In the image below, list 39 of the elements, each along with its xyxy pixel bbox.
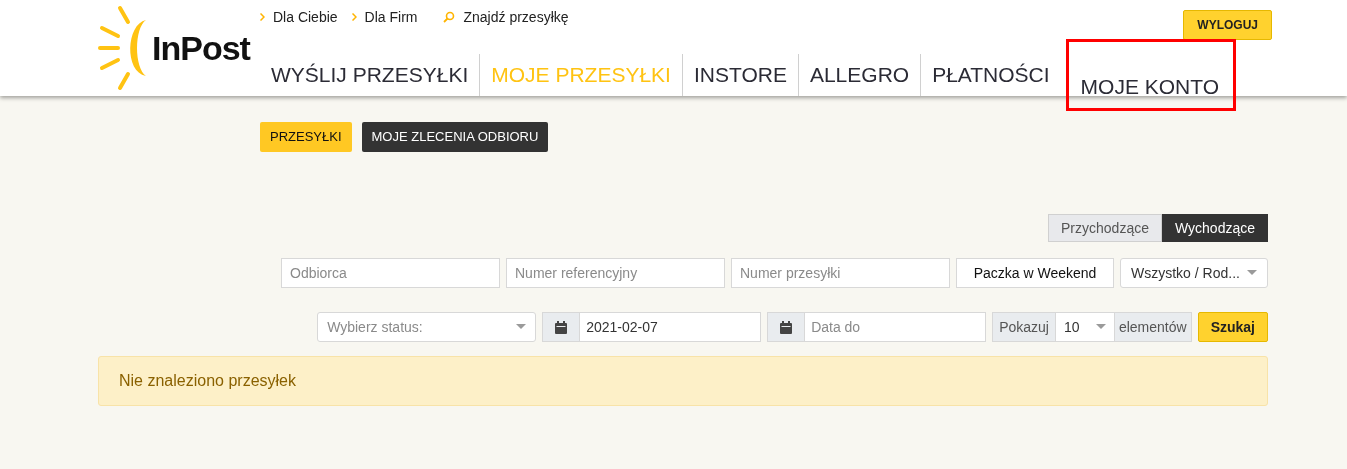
per-page-suffix: elementów bbox=[1114, 313, 1191, 341]
calendar-icon bbox=[555, 320, 568, 334]
sun-logo-icon bbox=[98, 4, 148, 92]
nav-tab[interactable]: MOJE KONTO bbox=[1068, 42, 1233, 108]
search-icon bbox=[443, 11, 456, 23]
subtab-button[interactable]: MOJE ZLECENIA ODBIORU bbox=[361, 122, 549, 152]
select-value: 10 bbox=[1063, 317, 1080, 337]
top-link[interactable]: Dla Ciebie bbox=[260, 6, 338, 28]
calendar-icon bbox=[780, 320, 793, 334]
date-from-field[interactable]: 2021-02-07 bbox=[542, 312, 762, 342]
caret-icon bbox=[1247, 270, 1257, 276]
subtab-button[interactable]: PRZESYŁKI bbox=[260, 122, 352, 152]
nav-tab[interactable]: PŁATNOŚCI bbox=[920, 54, 1061, 96]
parcel-number-field[interactable]: Numer przesyłki bbox=[731, 258, 950, 288]
search-button[interactable]: Szukaj bbox=[1197, 312, 1268, 342]
caret-icon bbox=[1095, 324, 1106, 330]
chevron-icon bbox=[351, 13, 357, 21]
alert-message: Nie znaleziono przesyłek bbox=[119, 371, 296, 391]
weekend-button[interactable]: Paczka w Weekend bbox=[956, 258, 1114, 288]
select-value: Wszystko / Rod... bbox=[1131, 263, 1240, 283]
top-link[interactable]: Znajdź przesyłkę bbox=[443, 6, 569, 28]
logo-wordmark: InPost bbox=[152, 27, 250, 69]
per-page-select[interactable]: 10 bbox=[1054, 313, 1115, 341]
nav-tab[interactable]: WYŚLIJ PRZESYŁKI bbox=[260, 54, 480, 96]
show-label: Pokazuj bbox=[993, 313, 1055, 341]
nav-tab[interactable]: ALLEGRO bbox=[797, 54, 921, 96]
reference-field[interactable]: Numer referencyjny bbox=[506, 258, 725, 288]
recipient-field[interactable]: Odbiorca bbox=[281, 258, 500, 288]
select-placeholder: Wybierz status: bbox=[327, 317, 423, 337]
type-select[interactable]: Wszystko / Rod... bbox=[1120, 258, 1268, 288]
direction-toggle[interactable]: Wychodzące bbox=[1161, 214, 1268, 242]
top-link[interactable]: Dla Firm bbox=[351, 6, 418, 28]
chevron-icon bbox=[260, 13, 265, 21]
status-select[interactable]: Wybierz status: bbox=[317, 312, 537, 342]
date-to-field[interactable]: Data do bbox=[767, 312, 987, 342]
logout-button[interactable]: WYLOGUJ bbox=[1183, 10, 1272, 40]
nav-tab[interactable]: INSTORE bbox=[681, 54, 798, 96]
caret-icon bbox=[516, 324, 527, 330]
direction-toggle[interactable]: Przychodzące bbox=[1048, 214, 1162, 242]
